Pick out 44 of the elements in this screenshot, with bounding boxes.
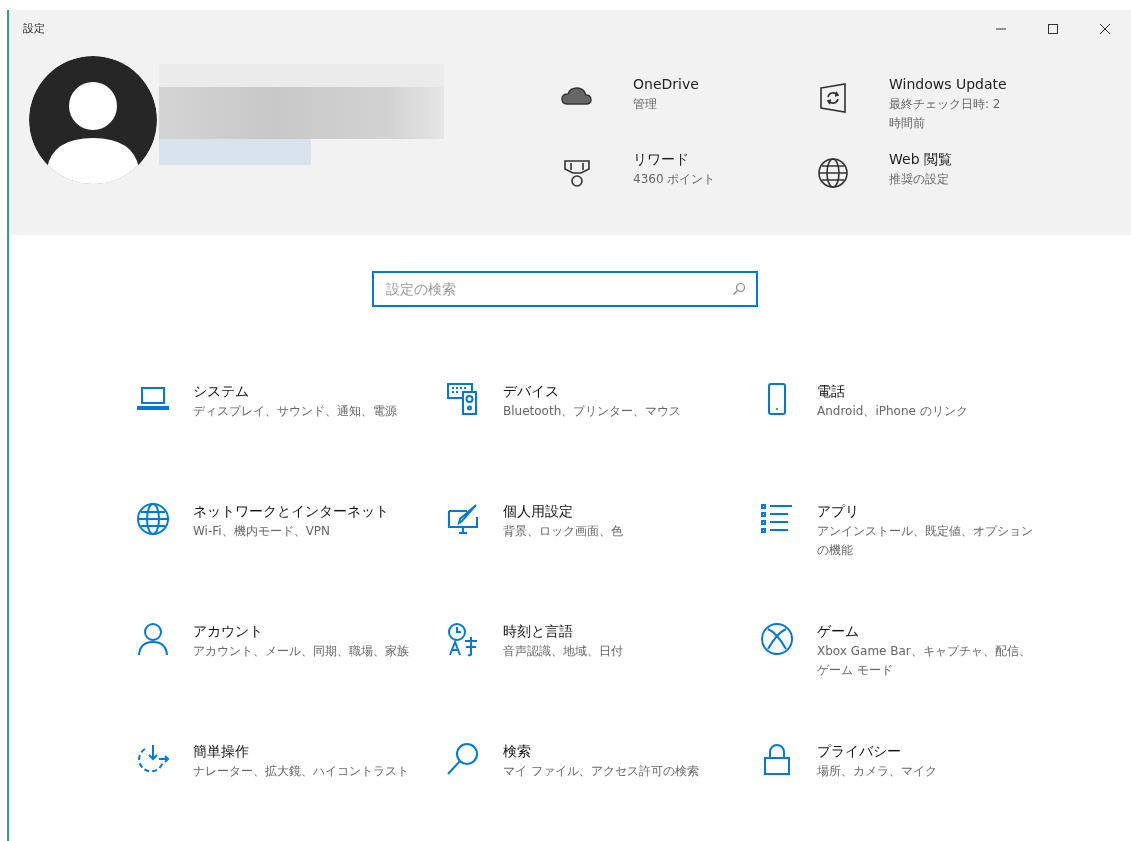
link-title[interactable]: OneDrive: [633, 74, 773, 95]
link-title[interactable]: Web 閲覧: [889, 149, 1015, 170]
category-description: 音声認識、地域、日付: [503, 643, 624, 660]
category-description: 場所、カメラ、マイク: [817, 763, 938, 780]
category-title[interactable]: 電話: [817, 381, 1037, 401]
category-description: ナレーター、拡大鏡、ハイコントラスト: [193, 763, 410, 780]
category-description: 背景、ロック画面、色: [503, 523, 624, 540]
category-description: アカウント、メール、同期、職場、家族: [193, 643, 410, 660]
category-description: Android、iPhone のリンク: [817, 403, 969, 420]
globe-icon: [135, 501, 171, 537]
close-icon: [1099, 23, 1111, 35]
category-title[interactable]: デバイス: [503, 381, 723, 401]
link-subtitle: 管理: [633, 96, 658, 113]
category-description: ディスプレイ、サウンド、通知、電源: [193, 403, 398, 420]
category-title[interactable]: システム: [193, 381, 413, 401]
category-title[interactable]: 検索: [503, 741, 723, 761]
monitor-brush-icon: [445, 501, 481, 537]
xbox-icon: [759, 621, 795, 657]
globe-icon: [815, 155, 851, 191]
category-description: Bluetooth、プリンター、マウス: [503, 403, 683, 420]
maximize-icon: [1047, 23, 1059, 35]
window-title: 設定: [23, 20, 45, 37]
search-icon: [732, 282, 746, 296]
category-description: マイ ファイル、アクセス許可の検索: [503, 763, 700, 780]
search-icon: [445, 741, 481, 777]
link-title[interactable]: Windows Update: [889, 74, 1015, 95]
link-title[interactable]: リワード: [633, 149, 773, 170]
avatar-icon: [29, 56, 157, 184]
category-title[interactable]: アプリ: [817, 501, 1037, 521]
link-subtitle: 推奨の設定: [889, 171, 950, 188]
category-title[interactable]: 時刻と言語: [503, 621, 723, 641]
category-title[interactable]: アカウント: [193, 621, 413, 641]
category-description: Wi-Fi、機内モード、VPN: [193, 523, 332, 540]
category-title[interactable]: 個人用設定: [503, 501, 723, 521]
link-subtitle: 最終チェック日時: 2 時間前: [889, 96, 1002, 132]
category-title[interactable]: 簡単操作: [193, 741, 413, 761]
link-subtitle: 4360 ポイント: [633, 171, 717, 188]
category-description: アンインストール、既定値、オプションの機能: [817, 523, 1034, 559]
category-title[interactable]: ネットワークとインターネット: [193, 501, 413, 521]
category-title[interactable]: ゲーム: [817, 621, 1037, 641]
category-title[interactable]: プライバシー: [817, 741, 1037, 761]
search-field[interactable]: 設定の検索: [372, 271, 758, 307]
person-icon: [135, 621, 171, 657]
category-description: Xbox Game Bar、キャプチャ、配信、ゲーム モード: [817, 643, 1032, 679]
